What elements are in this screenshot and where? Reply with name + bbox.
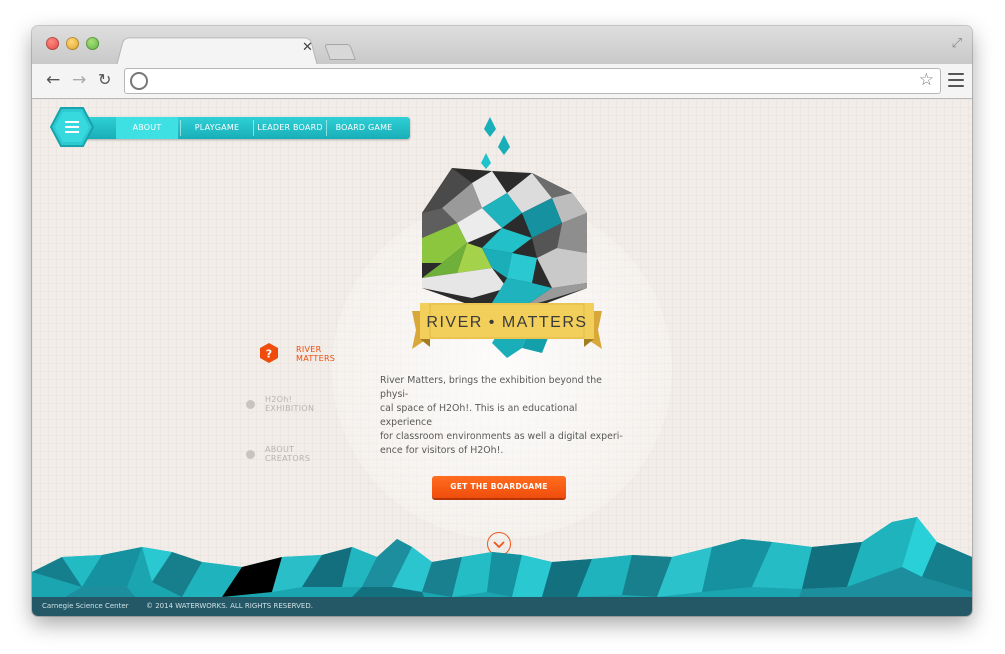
back-arrow-icon[interactable]: ← [46,70,60,90]
side-nav-item-line: CREATORS [265,454,311,463]
browser-toolbar: ← → ↻ ☆ [32,64,972,99]
footer-link-carnegie[interactable]: Carnegie Science Center [42,602,129,610]
nav-item-about[interactable]: ABOUT [116,117,178,139]
browser-tab[interactable] [116,37,318,66]
globe-icon [130,72,148,90]
bullet-dot-icon [246,400,255,409]
nav-item-playgame[interactable]: PLAYGAME [182,117,252,139]
description-line: ence for visitors of H2Oh!. [380,445,504,456]
side-nav-item-river-matters[interactable]: RIVER MATTERS [296,345,335,363]
side-nav-item-line: H2Oh! [265,395,293,404]
fullscreen-icon[interactable]: ⤢ [952,36,962,51]
logo-text: RIVER • MATTERS [426,314,587,331]
description-line: for classroom environments as well a dig… [380,431,623,442]
get-boardgame-button[interactable]: GET THE BOARDGAME [432,476,566,498]
zoom-window-button[interactable] [86,37,99,50]
top-nav: ABOUT PLAYGAME LEADER BOARD BOARD GAME [76,117,410,139]
footer-copyright: © 2014 WATERWORKS. ALL RIGHTS RESERVED. [146,602,313,610]
tab-close-icon[interactable]: ✕ [302,40,313,55]
nav-item-leader-board[interactable]: LEADER BOARD [255,117,325,139]
description-text: River Matters, brings the exhibition bey… [380,374,628,458]
description-line: cal space of H2Oh!. This is an education… [380,403,578,428]
bookmark-star-icon[interactable]: ☆ [919,70,934,90]
new-tab-button[interactable] [324,44,356,60]
browser-window: ✕ ⤢ ← → ↻ ☆ ABOUT PLAYGAME LEADER BOARD … [32,26,972,616]
title-bar: ✕ ⤢ [32,26,972,66]
side-nav-item-about-creators[interactable]: ABOUT CREATORS [265,445,310,463]
address-bar[interactable]: ☆ [124,68,941,94]
forward-arrow-icon[interactable]: → [72,70,86,90]
reload-icon[interactable]: ↻ [98,70,111,90]
svg-text:?: ? [266,348,272,361]
footer: Carnegie Science Center © 2014 WATERWORK… [32,597,972,616]
nav-item-board-game[interactable]: BOARD GAME [328,117,400,139]
minimize-window-button[interactable] [66,37,79,50]
river-matters-logo: RIVER • MATTERS [412,117,602,358]
description-line: River Matters, brings the exhibition bey… [380,375,602,400]
question-hexagon-icon: ? [260,343,278,363]
side-nav-item-line: EXHIBITION [265,404,315,413]
side-nav-item-line: MATTERS [296,354,336,363]
close-window-button[interactable] [46,37,59,50]
bullet-dot-icon [246,450,255,459]
side-nav-item-line: ABOUT [265,445,295,454]
menu-hexagon-icon[interactable] [50,107,94,147]
side-nav-item-line: RIVER [296,345,322,354]
hamburger-menu-icon[interactable] [948,73,964,91]
side-nav-item-exhibition[interactable]: H2Oh! EXHIBITION [265,395,314,413]
page-content: ABOUT PLAYGAME LEADER BOARD BOARD GAME R… [32,99,972,616]
